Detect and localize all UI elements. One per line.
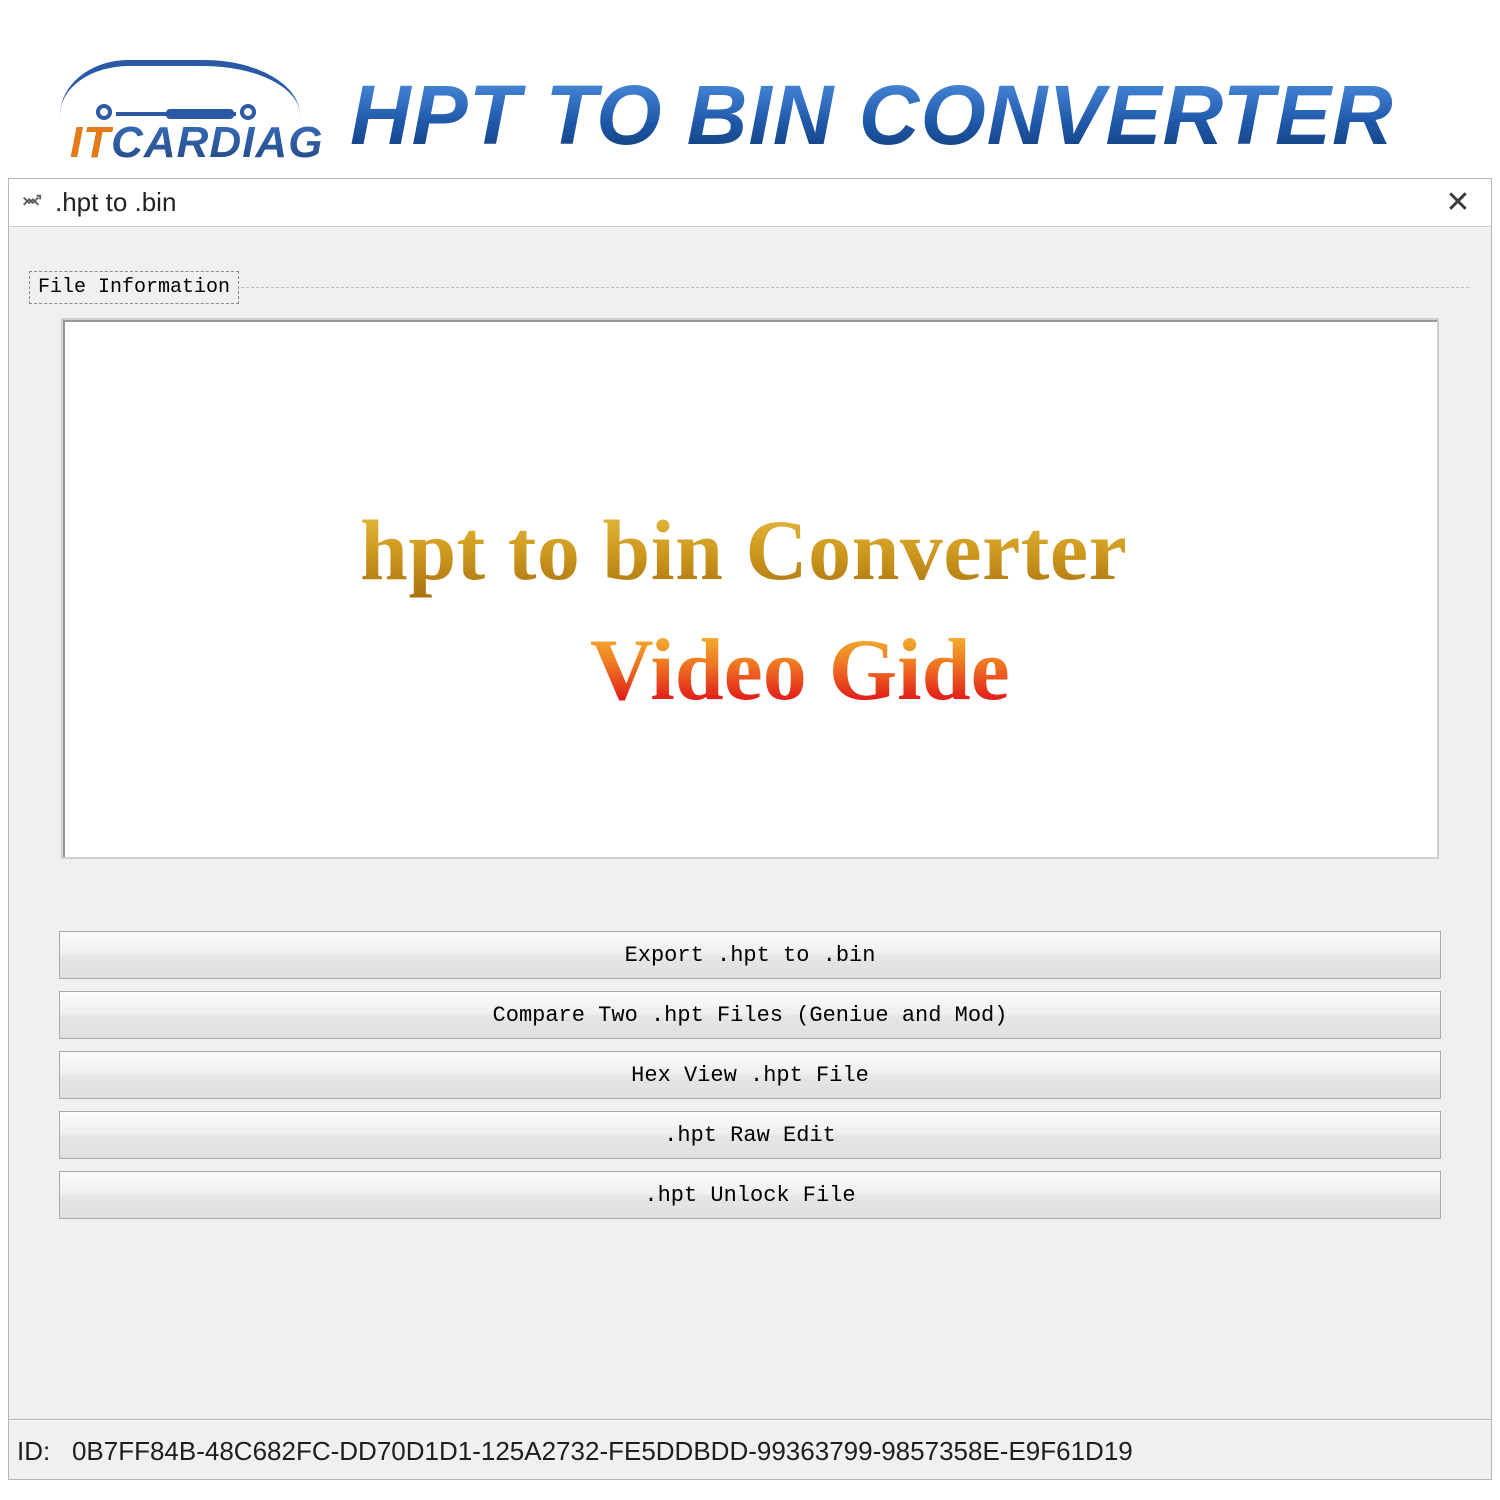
tab-file-information[interactable]: File Information (29, 271, 239, 304)
compare-button[interactable]: Compare Two .hpt Files (Geniue and Mod) (59, 991, 1441, 1039)
close-button[interactable]: ✕ (1435, 180, 1481, 226)
app-icon (19, 191, 43, 215)
status-id: 0B7FF84B-48C682FC-DD70D1D1-125A2732-FE5D… (72, 1436, 1133, 1466)
rawedit-button[interactable]: .hpt Raw Edit (59, 1111, 1441, 1159)
app-window: .hpt to .bin ✕ File Information Export .… (8, 178, 1492, 1480)
overlay-title: hpt to bin Converter (360, 500, 1127, 600)
bottom-divider (9, 1419, 1491, 1421)
window-client: File Information Export .hpt to .bin Com… (9, 227, 1491, 1479)
headline-line1: HPT TO BIN CONVERTER (350, 73, 1394, 157)
statusbar: ID: 0B7FF84B-48C682FC-DD70D1D1-125A2732-… (17, 1436, 1483, 1467)
brand-logo: ITCARDIAG (30, 60, 330, 170)
export-button[interactable]: Export .hpt to .bin (59, 931, 1441, 979)
overlay-subtitle: Video Gide (590, 620, 1010, 721)
hexview-button[interactable]: Hex View .hpt File (59, 1051, 1441, 1099)
unlock-button[interactable]: .hpt Unlock File (59, 1171, 1441, 1219)
brand-logo-text: ITCARDIAG (70, 118, 323, 168)
status-prefix: ID: (17, 1436, 50, 1466)
brand-logo-prefix: IT (70, 118, 111, 167)
brand-row: ITCARDIAG HPT TO BIN CONVERTER (30, 60, 1490, 170)
button-column: Export .hpt to .bin Compare Two .hpt Fil… (59, 931, 1441, 1219)
close-icon: ✕ (1445, 185, 1470, 220)
window-title: .hpt to .bin (55, 187, 176, 218)
brand-logo-main: CARDIAG (111, 118, 323, 167)
titlebar[interactable]: .hpt to .bin ✕ (9, 179, 1491, 227)
